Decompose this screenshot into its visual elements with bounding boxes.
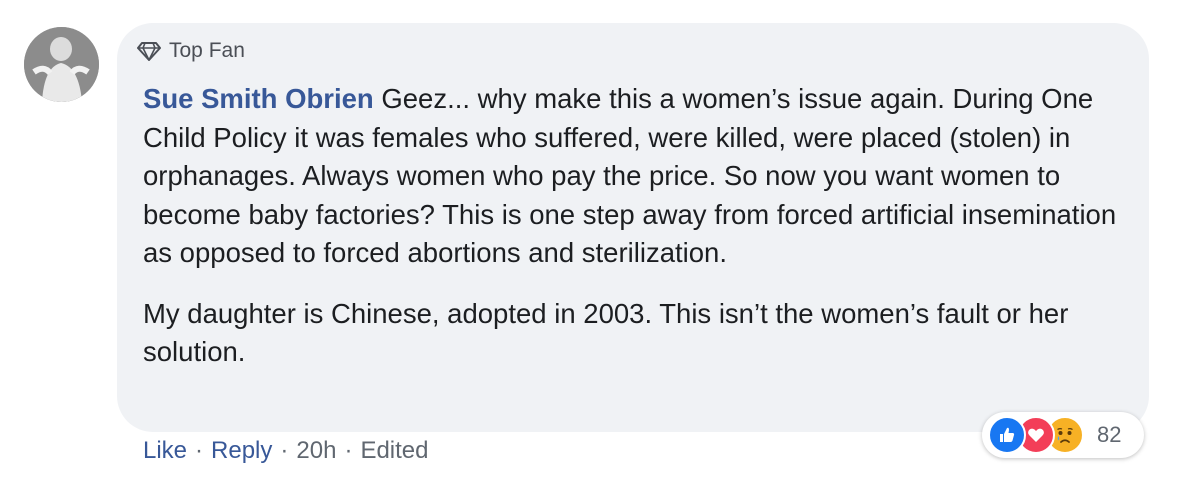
- separator: ·: [344, 437, 353, 464]
- comment-actions: Like · Reply · 20h · Edited: [143, 437, 429, 465]
- like-icon: [988, 416, 1026, 454]
- avatar-photo: [24, 27, 99, 102]
- separator: ·: [280, 437, 289, 464]
- avatar[interactable]: [24, 27, 99, 102]
- author-name[interactable]: Sue Smith Obrien: [143, 83, 374, 114]
- edited-label[interactable]: Edited: [360, 437, 428, 465]
- like-button[interactable]: Like: [143, 437, 187, 465]
- reaction-count: 82: [1097, 422, 1122, 447]
- top-fan-badge[interactable]: Top Fan: [137, 36, 245, 66]
- reactions-summary[interactable]: 82: [982, 412, 1144, 458]
- diamond-icon: [137, 41, 161, 61]
- separator: ·: [195, 437, 204, 464]
- comment-paragraph-2: My daughter is Chinese, adopted in 2003.…: [143, 297, 1069, 368]
- reply-button[interactable]: Reply: [211, 437, 272, 465]
- comment-body: Sue Smith Obrien Geez... why make this a…: [143, 80, 1123, 372]
- comment-paragraph-1: Sue Smith Obrien Geez... why make this a…: [143, 80, 1123, 273]
- badge-label: Top Fan: [169, 39, 245, 62]
- timestamp[interactable]: 20h: [296, 437, 336, 465]
